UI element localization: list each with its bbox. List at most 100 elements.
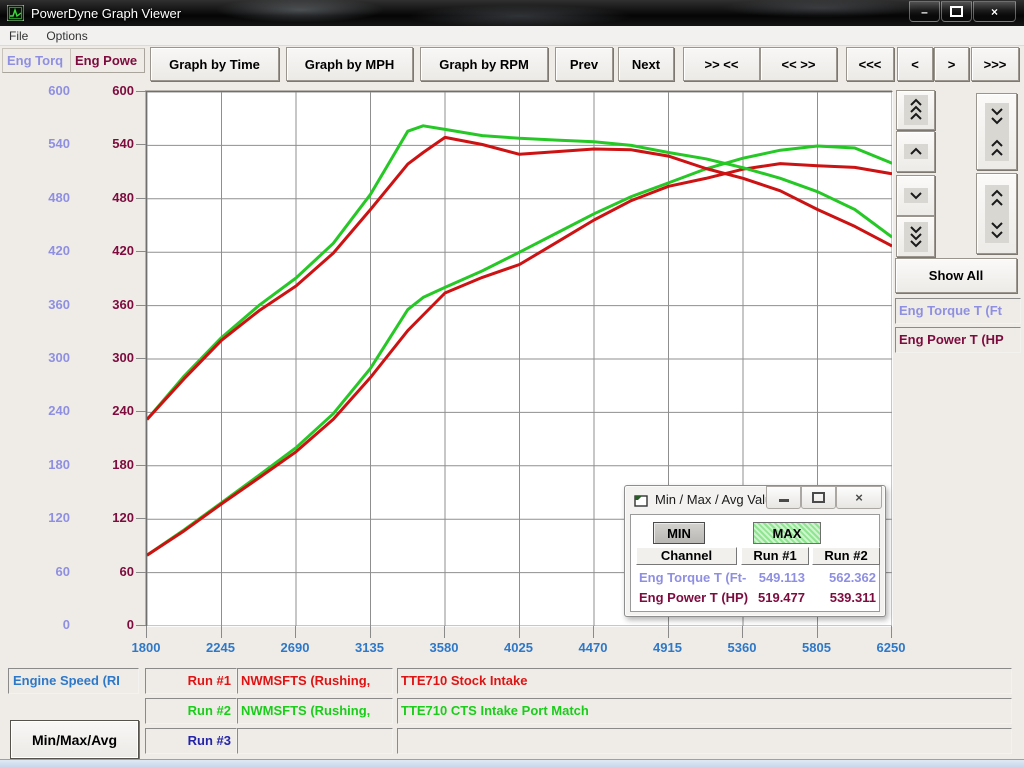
channel-tab-eng-torque[interactable]: Eng Torq [2,48,72,73]
window-controls: – × [908,1,1016,22]
close-icon: × [855,490,863,505]
x-axis-label: 6250 [861,640,921,655]
x-axis-tick [668,626,669,638]
popup-torque-run2-max: 562.362 [812,570,876,586]
channel-label-eng-torque[interactable]: Eng Torque T (Ft [895,298,1021,324]
popup-torque-run1-max: 549.113 [741,570,805,586]
x-axis-label: 2245 [191,640,251,655]
menu-file[interactable]: File [0,29,37,43]
window-bottom-edge [0,759,1024,768]
popup-column-run1: Run #1 [741,547,809,565]
run1-file: NWMSFTS (Rushing, [237,668,393,694]
chevrons-inward-icon [985,103,1009,161]
y-axis-power-label: 300 [74,350,134,366]
scroll-right-button[interactable]: > [934,47,969,81]
title-bar: PowerDyne Graph Viewer – × [0,0,1024,26]
x-axis-tick [370,626,371,638]
run3-label[interactable]: Run #3 [145,728,237,754]
menu-options[interactable]: Options [37,29,96,43]
scale-down-fast-button[interactable] [896,216,935,257]
chevron-down-icon [904,188,928,203]
graph-by-rpm-button[interactable]: Graph by RPM [420,47,548,81]
channel-tab-eng-power[interactable]: Eng Powe [70,48,145,73]
y-axis-torque-label: 180 [8,457,70,473]
x-axis-tick [295,626,296,638]
popup-minimize-button[interactable] [766,486,801,509]
x-axis-label: 4470 [563,640,623,655]
x-axis-tick [519,626,520,638]
expand-scale-button[interactable] [976,173,1017,254]
scale-down-button[interactable] [896,175,935,216]
min-toggle-button[interactable]: MIN [653,522,705,544]
x-axis-tick [444,626,445,638]
y-axis-power-label: 180 [74,457,134,473]
y-axis-tick [136,572,146,573]
popup-restore-button[interactable] [801,486,836,509]
scroll-far-left-button[interactable]: <<< [846,47,894,81]
show-all-button[interactable]: Show All [895,258,1017,293]
y-axis-power-label: 360 [74,297,134,313]
compress-scale-button[interactable] [976,93,1017,170]
y-axis-torque-label: 420 [8,243,70,259]
popup-close-button[interactable]: × [836,486,882,509]
app-window: PowerDyne Graph Viewer – × File Options … [0,0,1024,768]
prev-button[interactable]: Prev [555,47,613,81]
max-toggle-button[interactable]: MAX [753,522,821,544]
minimize-icon [779,499,789,502]
triple-chevron-up-icon [904,95,928,125]
x-axis-tick [146,626,147,638]
scale-up-button[interactable] [896,131,935,172]
y-axis-torque-label: 60 [8,564,70,580]
next-button[interactable]: Next [618,47,674,81]
maximize-button[interactable] [941,1,972,22]
popup-window-controls: × [766,486,882,509]
y-axis-power-label: 600 [74,83,134,99]
x-axis-label: 4915 [638,640,698,655]
x-axis-tick [593,626,594,638]
x-axis-label: 2690 [265,640,325,655]
popup-window-icon [634,494,648,506]
restore-icon [812,492,825,503]
y-axis-tick [136,625,146,626]
x-axis-tick [817,626,818,638]
x-channel-label: Engine Speed (RI [8,668,139,694]
scroll-left-button[interactable]: < [897,47,933,81]
scale-up-fast-button[interactable] [896,90,935,130]
y-axis-tick [136,518,146,519]
y-axis-tick [136,411,146,412]
minimize-button[interactable]: – [909,1,940,22]
y-axis-tick [136,198,146,199]
y-axis-torque-label: 600 [8,83,70,99]
window-title: PowerDyne Graph Viewer [31,6,181,21]
run2-label[interactable]: Run #2 [145,698,237,724]
x-axis-tick [221,626,222,638]
zoom-in-range-button[interactable]: >> << [683,47,760,81]
scroll-far-right-button[interactable]: >>> [971,47,1019,81]
x-axis-label: 1800 [116,640,176,655]
run3-file [237,728,393,754]
y-axis-tick [136,358,146,359]
y-axis-torque-label: 120 [8,510,70,526]
x-axis-tick [891,626,892,638]
min-max-avg-button[interactable]: Min/Max/Avg [10,720,139,759]
app-icon [7,5,24,21]
y-axis-power-label: 240 [74,403,134,419]
y-axis-tick [136,251,146,252]
close-button[interactable]: × [973,1,1016,22]
y-axis-torque-label: 0 [8,617,70,633]
graph-by-time-button[interactable]: Graph by Time [150,47,279,81]
zoom-out-range-button[interactable]: << >> [760,47,837,81]
run3-description [397,728,1012,754]
x-axis-label: 5360 [712,640,772,655]
menu-bar: File Options [0,26,1024,46]
y-axis-power-label: 0 [74,617,134,633]
popup-title-bar[interactable]: Min / Max / Avg Valu... × [625,486,885,513]
channel-label-eng-power[interactable]: Eng Power T (HP [895,327,1021,353]
popup-column-run2: Run #2 [812,547,880,565]
graph-by-mph-button[interactable]: Graph by MPH [286,47,413,81]
x-axis-label: 3580 [414,640,474,655]
x-axis-label: 3135 [340,640,400,655]
x-axis-label: 4025 [489,640,549,655]
x-axis-tick [742,626,743,638]
run1-label[interactable]: Run #1 [145,668,237,694]
